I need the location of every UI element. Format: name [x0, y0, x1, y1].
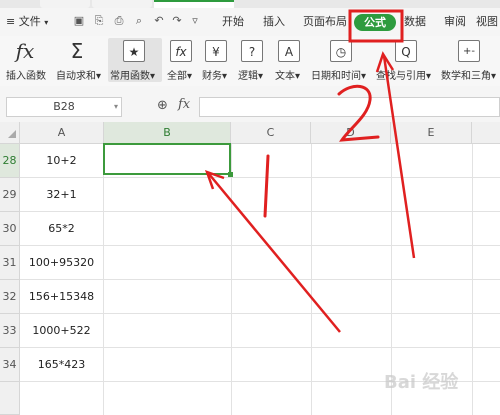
arrow-to-cell-b28 [208, 173, 341, 333]
watermark-logo: Bai 经验 [384, 372, 459, 393]
highlight-box-formulas-tab [348, 9, 404, 43]
annotation-overlay [204, 9, 416, 333]
handwritten-step-1 [263, 154, 270, 218]
handwritten-step-2 [337, 84, 380, 142]
arrow-to-formulas-tab [382, 55, 416, 259]
